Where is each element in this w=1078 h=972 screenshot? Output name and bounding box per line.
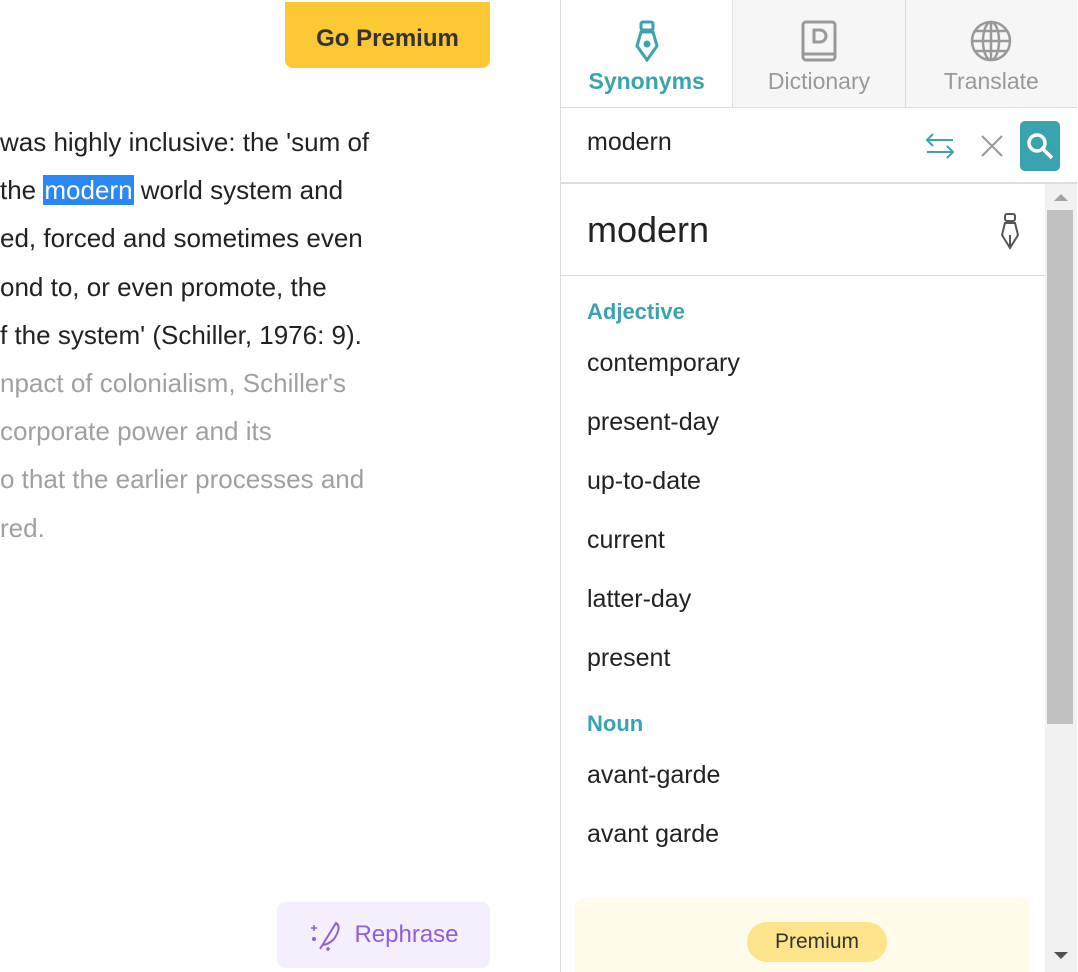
- text-line: npact of colonialism, Schiller's: [0, 363, 346, 403]
- text-segment: f the system' (Schiller, 1976: 9).: [0, 319, 362, 350]
- text-segment: was highly inclusive: the 'sum of: [0, 127, 370, 157]
- headword: modern: [561, 184, 1045, 276]
- text-segment: ond to, or even promote, the: [0, 271, 327, 302]
- premium-badge[interactable]: Premium: [747, 922, 887, 962]
- text-line: corporate power and its: [0, 411, 272, 451]
- synonym-item[interactable]: up-to-date: [561, 452, 1045, 511]
- synonym-list: modern Adjective contemporary present-day u…: [561, 184, 1045, 972]
- swap-arrows-icon[interactable]: [925, 132, 955, 160]
- scroll-down-arrow[interactable]: [1054, 952, 1068, 959]
- scroll-up-arrow[interactable]: [1054, 194, 1068, 201]
- synonym-item[interactable]: present-day: [561, 393, 1045, 452]
- rephrase-label: Rephrase: [354, 921, 459, 948]
- synonym-item[interactable]: latter-day: [561, 570, 1045, 629]
- synonym-item[interactable]: current: [561, 511, 1045, 570]
- feather-sparkle-icon: [311, 921, 340, 951]
- text-segment: o that the earlier processes and: [0, 464, 365, 495]
- synonym-item[interactable]: avant garde: [561, 805, 1045, 864]
- editor: Go Premium was highly inclusive: the 'su…: [0, 0, 560, 972]
- tab-dictionary[interactable]: Dictionary: [732, 0, 905, 107]
- text-line: ond to, or even promote, the: [0, 267, 327, 307]
- synonym-item[interactable]: contemporary: [561, 334, 1045, 393]
- part-of-speech-heading: Noun: [587, 711, 644, 736]
- tab-label: Translate: [943, 68, 1039, 94]
- text-line: the modern world system and: [0, 170, 343, 210]
- part-of-speech-heading: Adjective: [587, 299, 685, 324]
- text-line: ed, forced and sometimes even: [0, 218, 363, 258]
- pen-nib-icon[interactable]: [1001, 212, 1019, 250]
- text-segment: the: [0, 175, 44, 206]
- text-line: red.: [0, 508, 45, 548]
- rephrase-button[interactable]: Rephrase: [277, 902, 490, 968]
- synonym-item[interactable]: avant-garde: [561, 746, 1045, 805]
- search-button[interactable]: [1020, 121, 1060, 171]
- close-icon[interactable]: [979, 132, 1005, 160]
- tab-translate[interactable]: Translate: [904, 0, 1077, 107]
- premium-upsell: Premium: [575, 898, 1029, 972]
- headword-text: modern: [587, 208, 710, 250]
- tab-label: Dictionary: [767, 68, 871, 94]
- text-line: was highly inclusive: the 'sum of: [0, 122, 369, 162]
- globe-icon: [971, 20, 1012, 62]
- search-input[interactable]: [587, 128, 887, 157]
- pen-nib-icon: [635, 20, 659, 62]
- search-icon: [1027, 133, 1054, 160]
- text-segment: npact of colonialism, Schiller's: [0, 368, 346, 398]
- tab-label: Synonyms: [588, 68, 705, 94]
- text-segment: world system and: [133, 175, 344, 206]
- synonyms-panel: Synonyms Dictionary Translate modern Adj…: [560, 0, 1078, 972]
- search-bar: [561, 108, 1077, 184]
- selected-word[interactable]: modern: [43, 175, 134, 206]
- tab-synonyms[interactable]: Synonyms: [561, 0, 733, 107]
- text-segment: corporate power and its: [0, 416, 272, 447]
- panel-tabs: Synonyms Dictionary Translate: [561, 0, 1077, 108]
- text-line: o that the earlier processes and: [0, 459, 364, 499]
- go-premium-button[interactable]: Go Premium: [285, 2, 490, 68]
- scrollbar[interactable]: [1045, 184, 1077, 972]
- book-icon: [801, 20, 837, 62]
- text-segment: red.: [0, 512, 45, 543]
- scrollbar-thumb[interactable]: [1047, 210, 1073, 724]
- text-line: f the system' (Schiller, 1976: 9).: [0, 315, 362, 355]
- text-segment: ed, forced and sometimes even: [0, 223, 363, 254]
- synonym-item[interactable]: present: [561, 629, 1045, 688]
